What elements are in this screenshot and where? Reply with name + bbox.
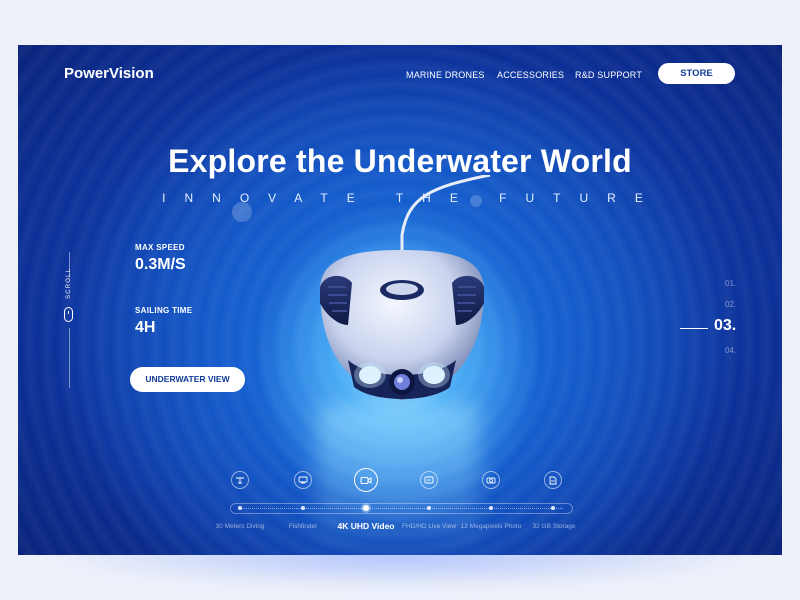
feature-label[interactable]: 12 Megapixels Photo: [461, 523, 522, 530]
stat-label-sailing-time: SAILING TIME: [135, 306, 193, 315]
feature-label[interactable]: Fishfinder: [289, 523, 318, 530]
fishfinder-icon[interactable]: [294, 471, 312, 489]
underwater-view-button[interactable]: UNDERWATER VIEW: [130, 367, 245, 392]
timeline-dot[interactable]: [427, 506, 431, 510]
timeline-dot[interactable]: [489, 506, 493, 510]
scroll-line-bottom: [69, 328, 70, 388]
mouse-icon[interactable]: [64, 307, 73, 322]
scroll-label: SCROLL: [66, 267, 72, 299]
slide-number[interactable]: 04.: [725, 346, 736, 355]
feature-label-active[interactable]: 4K UHD Video: [338, 521, 395, 531]
slide-number-active[interactable]: 03.: [714, 317, 736, 335]
nav-marine-drones[interactable]: MARINE DRONES: [406, 70, 485, 80]
store-button[interactable]: STORE: [658, 63, 735, 84]
slide-number[interactable]: 02.: [725, 300, 736, 309]
timeline-dot[interactable]: [238, 506, 242, 510]
feature-label[interactable]: FHD/HD Live View: [402, 523, 456, 530]
hero-section: PowerVision MARINE DRONES ACCESSORIES R&…: [18, 45, 782, 555]
storage-icon[interactable]: [544, 471, 562, 489]
stat-label-max-speed: MAX SPEED: [135, 243, 185, 252]
timeline-dot[interactable]: [551, 506, 555, 510]
underwater-drone-image: [320, 175, 491, 400]
active-slide-indicator: [680, 328, 708, 329]
feature-label[interactable]: 30 Meters Diving: [216, 523, 265, 530]
diving-icon[interactable]: [231, 471, 249, 489]
slide-number[interactable]: 01.: [725, 279, 736, 288]
stat-value-sailing-time: 4H: [135, 319, 156, 336]
nav-rd-support[interactable]: R&D SUPPORT: [575, 70, 642, 80]
timeline-dot[interactable]: [301, 506, 305, 510]
nav-accessories[interactable]: ACCESSORIES: [497, 70, 564, 80]
bubble: [232, 202, 252, 222]
video-camera-icon[interactable]: [354, 468, 378, 492]
brand-logo[interactable]: PowerVision: [64, 65, 154, 82]
timeline-dot-active[interactable]: [363, 505, 369, 511]
stat-value-max-speed: 0.3M/S: [135, 256, 186, 273]
live-view-icon[interactable]: [420, 471, 438, 489]
feature-label[interactable]: 32 GB Storage: [533, 523, 576, 530]
camera-icon[interactable]: [482, 471, 500, 489]
timeline-track: [240, 508, 563, 510]
